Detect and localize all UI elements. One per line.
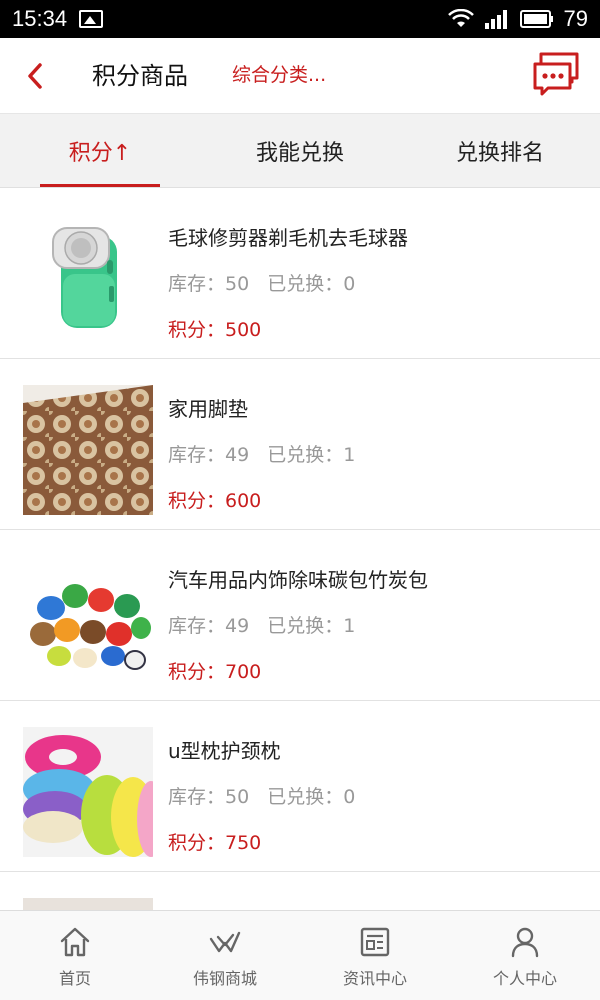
product-points: 积分：500 [168,319,262,341]
product-image-lint-remover [23,214,153,344]
wifi-icon [447,9,474,27]
category-selector[interactable]: 综合分类... [232,60,326,87]
chat-bubble-icon [533,52,579,96]
product-image-charcoal-bags [23,556,153,686]
battery-level: 79 [563,6,588,31]
product-points: 积分：700 [168,661,262,683]
tab-redeemable[interactable]: 我能兑换 [200,114,400,187]
nav-profile[interactable]: 个人中心 [450,911,600,1000]
product-image-doormat [23,385,153,515]
list-item[interactable]: 汽车用品内饰除味碳包竹炭包 库存：49 已兑换：1 积分：700 [0,530,600,701]
home-icon [60,927,90,957]
status-time: 15:34 [12,6,68,31]
product-stock: 库存：50 已兑换：0 [168,786,356,808]
sort-tabs: 积分↑ 我能兑换 兑换排名 [0,114,600,188]
product-stock: 库存：49 已兑换：1 [168,444,356,466]
signal-icon [484,10,507,29]
product-list: 毛球修剪器剃毛机去毛球器 库存：50 已兑换：0 积分：500 家用脚垫 库存：… [0,188,600,910]
product-title: 家用脚垫 [168,397,248,421]
back-button[interactable] [18,56,52,96]
app-header: 积分商品 综合分类... [0,38,600,114]
status-indicators: 79 [447,6,588,32]
list-item[interactable]: 家用脚垫 库存：49 已兑换：1 积分：600 [0,359,600,530]
image-notification-icon [79,10,104,28]
nav-news-label: 资讯中心 [342,969,407,988]
news-icon [360,927,390,957]
nav-profile-label: 个人中心 [492,969,557,988]
product-points: 积分：600 [168,490,262,512]
product-stock: 库存：49 已兑换：1 [168,615,356,637]
chevron-left-icon [28,63,42,89]
product-title: 汽车用品内饰除味碳包竹炭包 [168,568,428,592]
product-title: 毛球修剪器剃毛机去毛球器 [168,226,408,250]
product-stock: 库存：50 已兑换：0 [168,273,356,295]
product-image-neck-pillow [23,727,153,857]
product-image-partial [23,898,153,910]
message-button[interactable] [532,52,580,96]
bottom-nav: 首页 伟钢商城 资讯中心 个人中心 [0,910,600,1000]
list-item[interactable]: u型枕护颈枕 库存：50 已兑换：0 积分：750 [0,701,600,872]
nav-home-label: 首页 [58,969,91,988]
shop-icon [209,931,241,953]
product-title: u型枕护颈枕 [168,739,281,763]
list-item-partial[interactable] [0,872,600,910]
battery-icon [519,10,553,28]
user-icon [511,927,539,958]
tab-points[interactable]: 积分↑ [0,114,200,187]
nav-home[interactable]: 首页 [0,911,150,1000]
nav-shop-label: 伟钢商城 [192,969,257,988]
nav-news[interactable]: 资讯中心 [300,911,450,1000]
tab-ranking[interactable]: 兑换排名 [400,114,600,187]
status-bar: 15:34 79 [0,0,600,38]
product-points: 积分：750 [168,832,262,854]
nav-shop[interactable]: 伟钢商城 [150,911,300,1000]
list-item[interactable]: 毛球修剪器剃毛机去毛球器 库存：50 已兑换：0 积分：500 [0,188,600,359]
page-title: 积分商品 [92,62,188,90]
